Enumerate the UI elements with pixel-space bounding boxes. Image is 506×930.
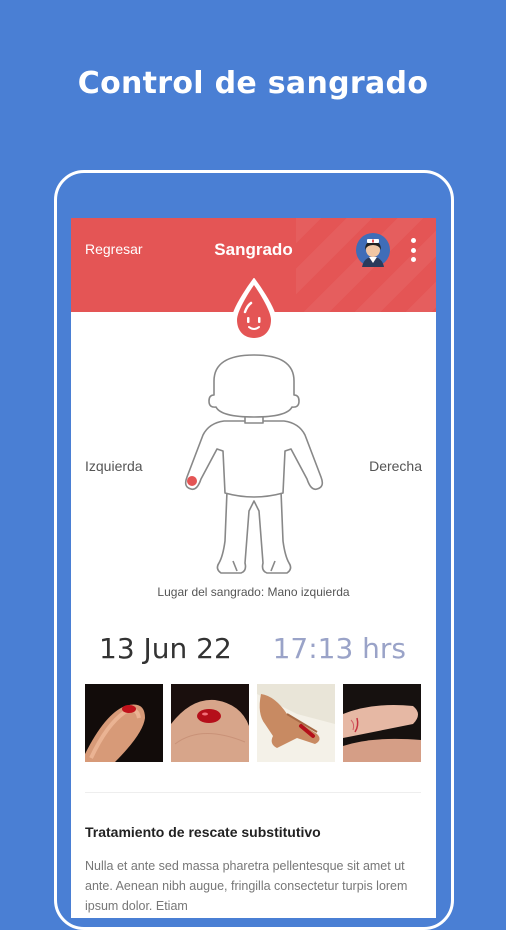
section-divider — [85, 792, 421, 793]
treatment-description: Nulla et ante sed massa pharetra pellent… — [85, 859, 408, 913]
promo-headline: Control de sangrado — [77, 66, 429, 101]
photo-thumbnail-3[interactable] — [257, 684, 335, 762]
bleeding-location-text: Lugar del sangrado: Mano izquierda — [157, 585, 350, 599]
photo-thumbnail-4[interactable] — [343, 684, 421, 762]
record-time: 17:13 hrs — [272, 632, 406, 665]
left-side-label: Izquierda — [85, 458, 143, 474]
treatment-title: Tratamiento de rescate substitutivo — [85, 824, 321, 840]
photo-thumbnail-2[interactable] — [171, 684, 249, 762]
app-screen: Regresar Sangrado Izquierda Derecha Luga… — [71, 218, 436, 918]
nurse-avatar-icon[interactable] — [356, 233, 390, 267]
photo-gallery — [85, 684, 421, 762]
right-side-label: Derecha — [369, 458, 422, 474]
blood-drop-icon — [229, 277, 279, 344]
photo-thumbnail-1[interactable] — [85, 684, 163, 762]
more-vertical-icon[interactable] — [406, 238, 420, 262]
record-date: 13 Jun 22 — [99, 632, 232, 665]
body-map-figure[interactable] — [179, 351, 329, 583]
